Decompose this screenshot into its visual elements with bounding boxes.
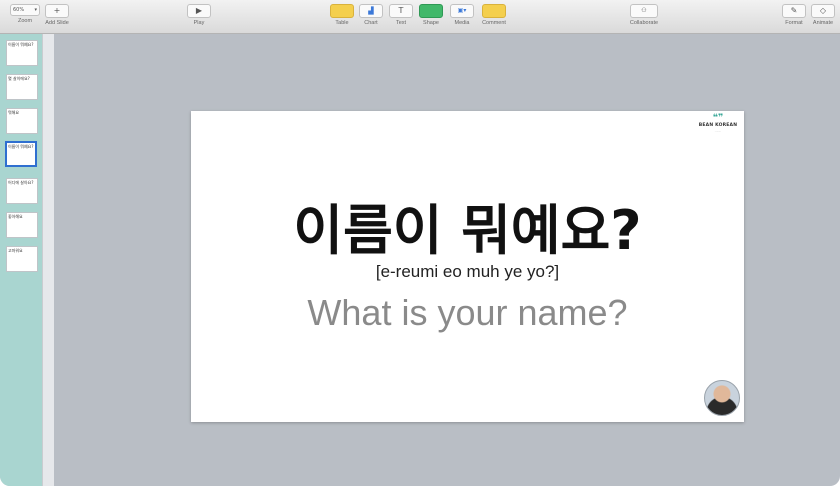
play-label: Play [193,20,205,26]
text-icon: T [389,4,413,18]
navigator-divider[interactable] [42,34,54,486]
media-label: Media [454,20,470,26]
add-slide-button[interactable]: + Add Slide [42,4,72,31]
table-icon [330,4,354,18]
chart-button[interactable]: ▟ Chart [358,4,384,31]
zoom-select[interactable]: 60% ▾ [10,4,40,16]
slide-thumbnail[interactable]: 이름이 뭐예요? [6,40,38,66]
slide-thumbnail[interactable]: 고마워요 [6,246,38,272]
format-label: Format [785,20,803,26]
korean-phrase[interactable]: 이름이 뭐예요? [191,199,744,263]
thumbnail-text: 어디에 살아요? [8,180,34,185]
paintbrush-icon: ✎ [782,4,806,18]
format-button[interactable]: ✎ Format [781,4,807,31]
chart-label: Chart [364,20,378,26]
slide-canvas[interactable]: ❝❞ BEAN KOREAN ······· 이름이 뭐예요? [e-reumi… [191,111,744,422]
text-button[interactable]: T Text [388,4,414,31]
chevron-down-icon: ▾ [34,7,37,13]
toolbar: 60% ▾ Zoom + Add Slide ▶ Play Table ▟ Cha… [0,0,840,34]
play-icon: ▶ [187,4,211,18]
text-label: Text [395,20,407,26]
slide-thumbnail[interactable]: 뭐해요 [6,108,38,134]
zoom-control[interactable]: 60% ▾ Zoom [8,4,42,31]
slide-thumbnail-selected[interactable]: 이름이 뭐예요? [5,141,37,167]
zoom-label: Zoom [17,18,33,24]
english-translation[interactable]: What is your name? [191,290,744,336]
slide-thumbnail[interactable]: 좋아해요 [6,212,38,238]
comment-button[interactable]: Comment [479,4,509,31]
animate-icon: ◇ [811,4,835,18]
table-label: Table [335,20,349,26]
thumbnail-text: 이름이 뭐예요? [8,42,34,47]
thumbnail-text: 고마워요 [8,248,23,253]
thumbnail-text: 뭐해요 [8,110,20,115]
media-icon: ▣▾ [450,4,474,18]
chart-icon: ▟ [359,4,383,18]
shape-icon [419,4,443,18]
collaborate-label: Collaborate [629,20,659,26]
quote-icon: ❝❞ [712,113,724,123]
play-button[interactable]: ▶ Play [185,4,213,31]
thumbnail-text: 좋아해요 [8,214,23,219]
comment-label: Comment [482,20,506,26]
person-add-icon: ⚇ [630,4,658,18]
collaborate-button[interactable]: ⚇ Collaborate [626,4,662,31]
comment-icon [482,4,506,18]
add-slide-label: Add Slide [45,20,69,26]
animate-label: Animate [812,20,834,26]
slide-thumbnail[interactable]: 몇 살이에요? [6,74,38,100]
presenter-avatar [704,380,740,416]
thumbnail-text: 이름이 뭐예요? [8,144,34,149]
shape-label: Shape [423,20,439,26]
slide-navigator[interactable]: 이름이 뭐예요? 몇 살이에요? 뭐해요 이름이 뭐예요? 어디에 살아요? 좋… [0,34,42,486]
plus-icon: + [45,4,69,18]
media-button[interactable]: ▣▾ Media [448,4,476,31]
table-button[interactable]: Table [329,4,355,31]
shape-button[interactable]: Shape [418,4,444,31]
brand-logo: ❝❞ BEAN KOREAN ······· [698,113,738,133]
thumbnail-text: 몇 살이에요? [8,76,30,81]
keynote-window: 60% ▾ Zoom + Add Slide ▶ Play Table ▟ Cha… [0,0,840,486]
zoom-value: 60% [13,7,25,13]
logo-tagline: ······· [714,129,722,133]
romanization-text[interactable]: [e-reumi eo muh ye yo?] [191,261,744,283]
animate-button[interactable]: ◇ Animate [809,4,837,31]
slide-thumbnail[interactable]: 어디에 살아요? [6,178,38,204]
